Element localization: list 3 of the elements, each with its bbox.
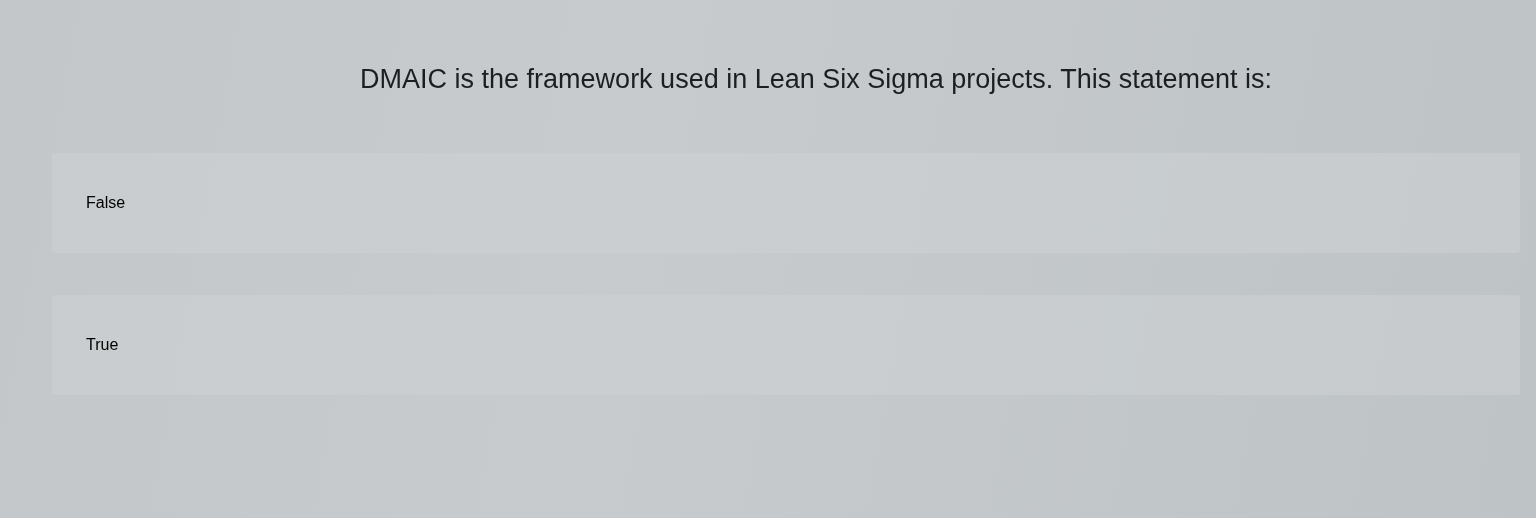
- answer-option[interactable]: False: [52, 153, 1520, 253]
- question-text: DMAIC is the framework used in Lean Six Sigma projects. This statement is:: [360, 64, 1272, 95]
- answer-option[interactable]: True: [52, 295, 1520, 395]
